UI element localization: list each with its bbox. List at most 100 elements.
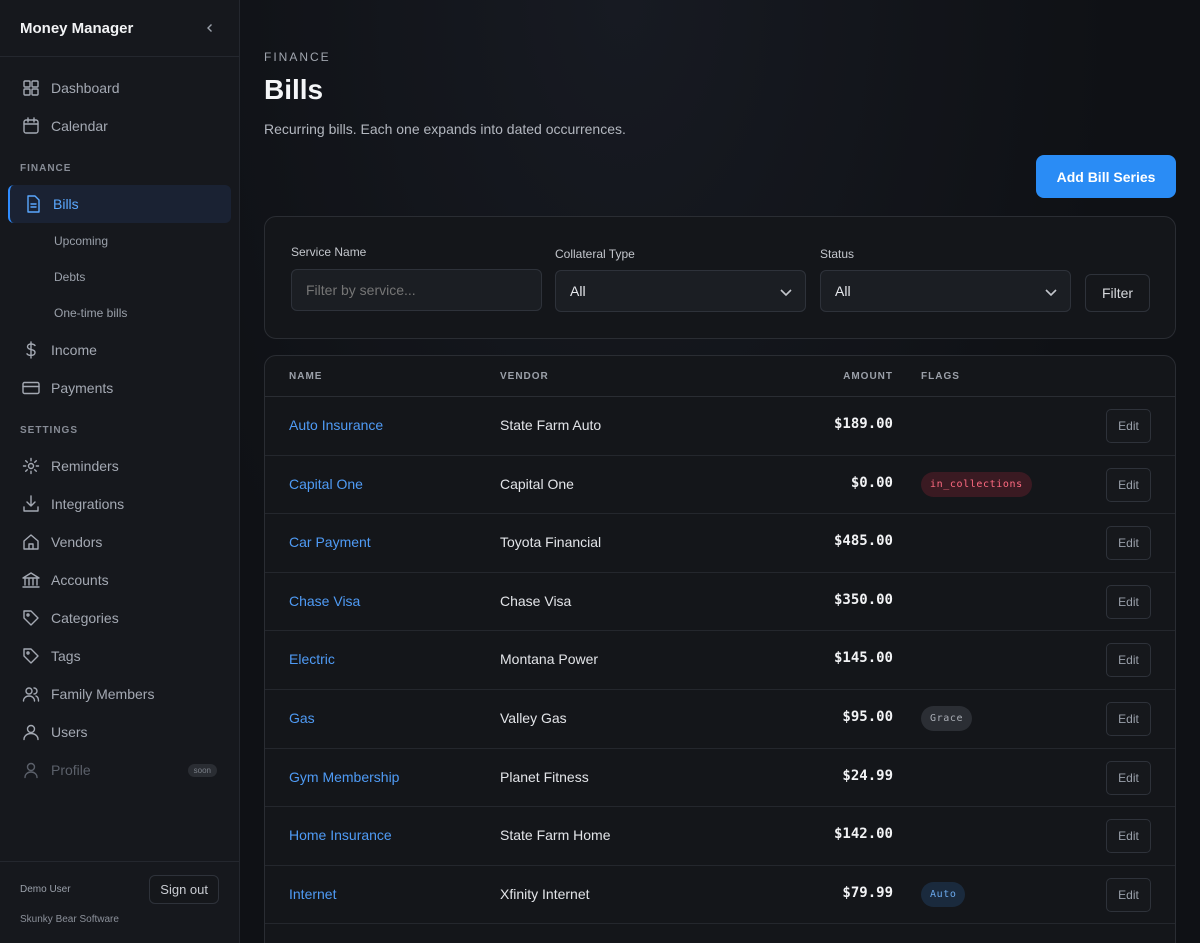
sidebar-item-tags[interactable]: Tags (8, 637, 231, 675)
sidebar-item-integrations[interactable]: Integrations (8, 485, 231, 523)
sidebar-item-vendors[interactable]: Vendors (8, 523, 231, 561)
sidebar-header: Money Manager (0, 0, 239, 57)
col-amount-header: AMOUNT (843, 371, 893, 382)
amount-cell: $350.00 (833, 591, 893, 608)
bill-name-link[interactable]: Chase Visa (289, 593, 360, 609)
bill-name-link[interactable]: Capital One (289, 476, 363, 492)
user-group-icon (23, 724, 39, 741)
edit-button[interactable]: Edit (1106, 467, 1151, 502)
edit-button[interactable]: Edit (1106, 526, 1151, 561)
sidebar-item-label: Tags (51, 648, 81, 664)
main-content: FINANCE Bills Recurring bills. Each one … (240, 0, 1200, 943)
table-row: Chase Visa Chase Visa $350.00 Edit (265, 573, 1175, 632)
chevron-down-icon (1045, 289, 1057, 297)
company-name: Skunky Bear Software (20, 914, 119, 925)
store-icon (23, 534, 39, 550)
edit-button[interactable]: Edit (1106, 877, 1151, 912)
credit-card-icon (22, 381, 40, 395)
collateral-type-select[interactable]: All (555, 270, 806, 312)
edit-button[interactable]: Edit (1106, 643, 1151, 678)
edit-button[interactable]: Edit (1106, 819, 1151, 854)
sidebar-item-label: Bills (53, 196, 79, 212)
vendor-cell: Montana Power (500, 651, 599, 668)
sidebar-item-label: Family Members (51, 686, 155, 702)
bill-name-link[interactable]: Gym Membership (289, 769, 399, 785)
sidebar-item-label: Accounts (51, 572, 109, 588)
sidebar-item-label: Categories (51, 610, 119, 626)
sidebar-item-dashboard[interactable]: Dashboard (8, 69, 231, 107)
sidebar: Money Manager Dashboard Calendar FINANCE Bi… (0, 0, 240, 943)
edit-button[interactable]: Edit (1106, 584, 1151, 619)
table-header: NAME VENDOR AMOUNT FLAGS (265, 356, 1175, 397)
service-name-input[interactable] (291, 269, 542, 311)
user-name: Demo User (20, 883, 71, 895)
bill-name-link[interactable]: Internet (289, 886, 336, 902)
sidebar-item-users[interactable]: Users (8, 713, 231, 751)
table-row: Car Payment Toyota Financial $485.00 Edit (265, 514, 1175, 573)
sidebar-item-calendar[interactable]: Calendar (8, 107, 231, 145)
bill-name-link[interactable]: Gas (289, 710, 315, 726)
status-select[interactable]: All (820, 270, 1071, 312)
collateral-type-value: All (570, 283, 586, 299)
sidebar-footer: Demo User Sign out Skunky Bear Software (0, 861, 239, 943)
service-name-label: Service Name (291, 245, 367, 259)
table-row: Capital One Capital One $0.00 in_collection… (265, 456, 1175, 515)
gear-icon (22, 457, 40, 475)
sidebar-nav: Dashboard Calendar FINANCE Bills Upcoming Deb… (0, 57, 239, 789)
page-eyebrow: FINANCE (264, 50, 331, 64)
col-name-header: NAME (289, 371, 323, 382)
sidebar-item-income[interactable]: Income (8, 331, 231, 369)
sidebar-item-label: Income (51, 342, 97, 358)
bills-table: NAME VENDOR AMOUNT FLAGS Auto Insurance S… (264, 355, 1176, 943)
col-flags-header: FLAGS (921, 371, 960, 382)
sidebar-item-family-members[interactable]: Family Members (8, 675, 231, 713)
amount-cell: $79.99 (842, 884, 893, 901)
table-row: Gas Valley Gas $95.00 Grace Edit (265, 690, 1175, 749)
bank-icon (22, 572, 40, 588)
app-title: Money Manager (20, 19, 134, 37)
filter-panel: Service Name Collateral Type All Status … (264, 216, 1176, 339)
sidebar-subitem-upcoming[interactable]: Upcoming (0, 223, 239, 259)
bill-name-link[interactable]: Auto Insurance (289, 417, 383, 433)
amount-cell: $485.00 (833, 533, 893, 550)
filter-button[interactable]: Filter (1085, 274, 1150, 312)
amount-cell: $24.99 (842, 767, 893, 784)
sidebar-item-accounts[interactable]: Accounts (8, 561, 231, 599)
table-body: Auto Insurance State Farm Auto $189.00 Edit… (265, 397, 1175, 925)
sidebar-item-reminders[interactable]: Reminders (8, 447, 231, 485)
sidebar-item-label: Calendar (51, 118, 108, 134)
sidebar-subitem-debts[interactable]: Debts (0, 259, 239, 295)
download-icon (23, 495, 39, 512)
user-icon (24, 762, 38, 779)
table-row: Gym Membership Planet Fitness $24.99 Edit (265, 749, 1175, 808)
page-subtitle: Recurring bills. Each one expands into d… (264, 121, 626, 137)
bill-name-link[interactable]: Home Insurance (289, 827, 392, 843)
table-row: Electric Montana Power $145.00 Edit (265, 631, 1175, 690)
sign-out-button[interactable]: Sign out (149, 874, 219, 904)
collapse-sidebar-icon[interactable] (205, 20, 215, 36)
sidebar-item-label: Vendors (51, 534, 103, 550)
flag-badge: Auto (921, 881, 966, 907)
tag-icon (23, 648, 39, 664)
sidebar-item-label: Dashboard (51, 80, 120, 96)
table-row: Home Insurance State Farm Home $142.00 Edit (265, 807, 1175, 866)
edit-button[interactable]: Edit (1106, 760, 1151, 795)
sidebar-subitem-one-time-bills[interactable]: One-time bills (0, 295, 239, 331)
edit-button[interactable]: Edit (1106, 409, 1151, 443)
sidebar-item-bills[interactable]: Bills (8, 185, 231, 223)
add-bill-series-button[interactable]: Add Bill Series (1036, 155, 1176, 198)
calendar-icon (23, 117, 39, 134)
document-icon (27, 195, 40, 213)
amount-cell: $145.00 (833, 650, 893, 667)
page-title: Bills (264, 74, 324, 105)
vendor-cell: Xfinity Internet (500, 885, 590, 902)
collateral-type-label: Collateral Type (555, 247, 635, 261)
sidebar-item-payments[interactable]: Payments (8, 369, 231, 407)
bill-name-link[interactable]: Electric (289, 651, 335, 667)
flag-badge: in_collections (921, 471, 1032, 497)
sidebar-item-categories[interactable]: Categories (8, 599, 231, 637)
vendor-cell: Toyota Financial (500, 534, 602, 551)
bill-name-link[interactable]: Car Payment (289, 534, 371, 550)
soon-badge: soon (187, 763, 217, 777)
edit-button[interactable]: Edit (1106, 701, 1151, 736)
